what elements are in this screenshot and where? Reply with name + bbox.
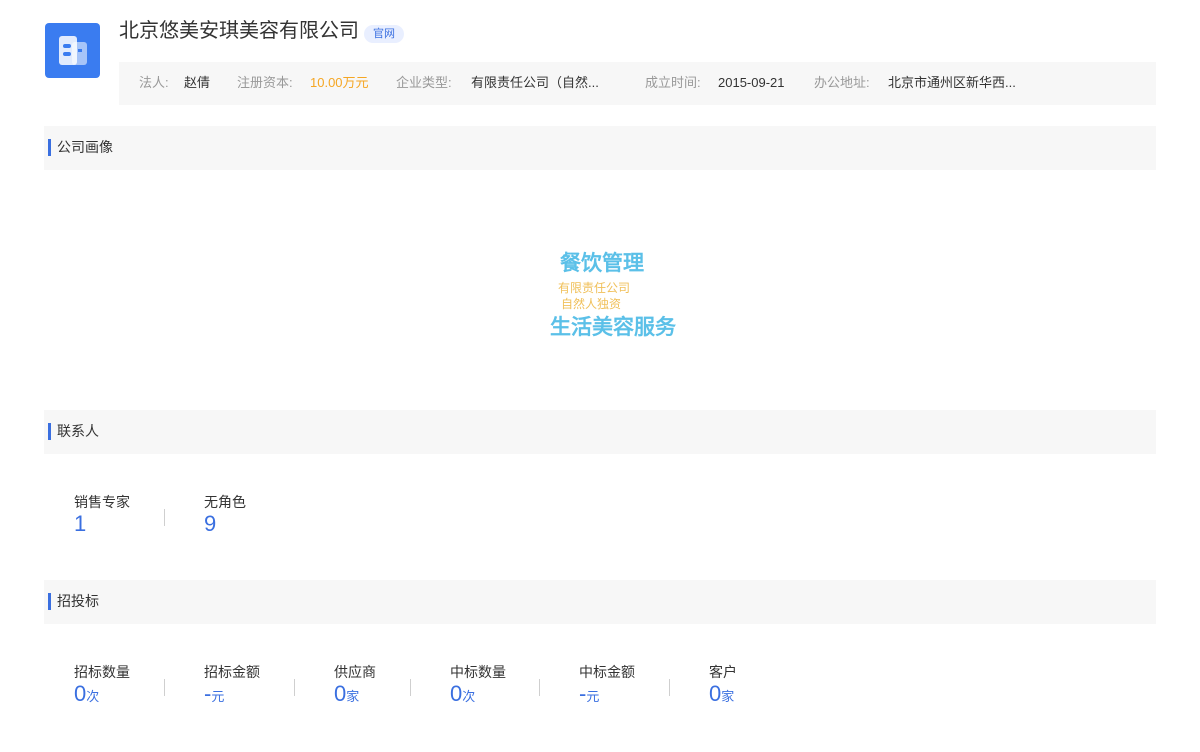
- section-bidding-header: 招投标: [44, 580, 1156, 624]
- word-cloud-term: 自然人独资: [561, 297, 622, 311]
- stat-value: 1: [74, 511, 87, 536]
- stat-label: 无角色: [204, 494, 246, 510]
- company-type-label: 企业类型:: [396, 75, 452, 90]
- stat-label: 招标金额: [204, 664, 260, 680]
- stat-label: 供应商: [334, 664, 376, 680]
- stat-divider: [164, 679, 165, 696]
- section-portrait-header: 公司画像: [44, 126, 1156, 170]
- stat-value: -元: [579, 681, 635, 710]
- stat-divider: [410, 679, 411, 696]
- bid-stat-win-count[interactable]: 中标数量 0次: [450, 663, 506, 710]
- stat-value: 0家: [334, 681, 376, 710]
- legal-person-value: 赵倩: [184, 75, 211, 90]
- company-name: 北京悠美安琪美容有限公司: [119, 20, 359, 42]
- stat-value: 0次: [74, 681, 130, 710]
- stat-divider: [294, 679, 295, 696]
- address-label: 办公地址:: [814, 75, 870, 90]
- address-value: 北京市通州区新华西...: [888, 75, 1016, 90]
- stat-number: 0: [450, 681, 463, 706]
- word-cloud-term: 有限责任公司: [558, 281, 631, 295]
- contact-stat-sales-expert[interactable]: 销售专家 1: [74, 493, 130, 537]
- section-title: 公司画像: [57, 139, 113, 155]
- section-contacts-header: 联系人: [44, 410, 1156, 454]
- stat-value: 9: [204, 511, 217, 536]
- word-cloud-term: 餐饮管理: [560, 252, 644, 275]
- section-title: 联系人: [57, 423, 99, 439]
- stat-unit: 家: [721, 689, 735, 704]
- legal-person-label: 法人:: [139, 75, 169, 90]
- stat-number: 0: [334, 681, 347, 706]
- section-accent-bar: [48, 139, 51, 156]
- stat-label: 销售专家: [74, 494, 130, 510]
- bid-stat-tender-amount[interactable]: 招标金额 -元: [204, 663, 260, 710]
- founded-value: 2015-09-21: [718, 75, 785, 90]
- bid-stat-suppliers[interactable]: 供应商 0家: [334, 663, 376, 710]
- stat-divider: [539, 679, 540, 696]
- building-icon: [59, 36, 87, 65]
- stat-number: 0: [709, 681, 722, 706]
- bid-stat-customers[interactable]: 客户 0家: [709, 663, 737, 710]
- stat-unit: 元: [586, 689, 600, 704]
- section-accent-bar: [48, 423, 51, 440]
- stat-label: 招标数量: [74, 664, 130, 680]
- bid-stat-tender-count[interactable]: 招标数量 0次: [74, 663, 130, 710]
- capital-value: 10.00万元: [310, 75, 369, 90]
- stat-unit: 次: [462, 689, 476, 704]
- capital-label: 注册资本:: [237, 75, 293, 90]
- stat-label: 中标金额: [579, 664, 635, 680]
- company-type-value: 有限责任公司（自然...: [471, 75, 599, 90]
- stat-divider: [164, 509, 165, 526]
- stat-unit: 次: [86, 689, 100, 704]
- company-logo: [45, 23, 100, 78]
- contact-stat-no-role[interactable]: 无角色 9: [204, 493, 246, 537]
- stat-value: 0次: [450, 681, 506, 710]
- stat-label: 客户: [709, 664, 737, 680]
- stat-unit: 家: [346, 689, 360, 704]
- company-info-bar: 法人: 赵倩 注册资本: 10.00万元 企业类型: 有限责任公司（自然... …: [119, 62, 1156, 105]
- stat-number: 0: [74, 681, 87, 706]
- official-site-link[interactable]: 官网: [364, 25, 404, 43]
- bid-stat-win-amount[interactable]: 中标金额 -元: [579, 663, 635, 710]
- section-accent-bar: [48, 593, 51, 610]
- stat-value: -元: [204, 681, 260, 710]
- word-cloud-term: 生活美容服务: [550, 316, 676, 339]
- stat-label: 中标数量: [450, 664, 506, 680]
- stat-divider: [669, 679, 670, 696]
- stat-unit: 元: [211, 689, 225, 704]
- founded-label: 成立时间:: [645, 75, 701, 90]
- section-title: 招投标: [57, 593, 99, 609]
- stat-value: 0家: [709, 681, 737, 710]
